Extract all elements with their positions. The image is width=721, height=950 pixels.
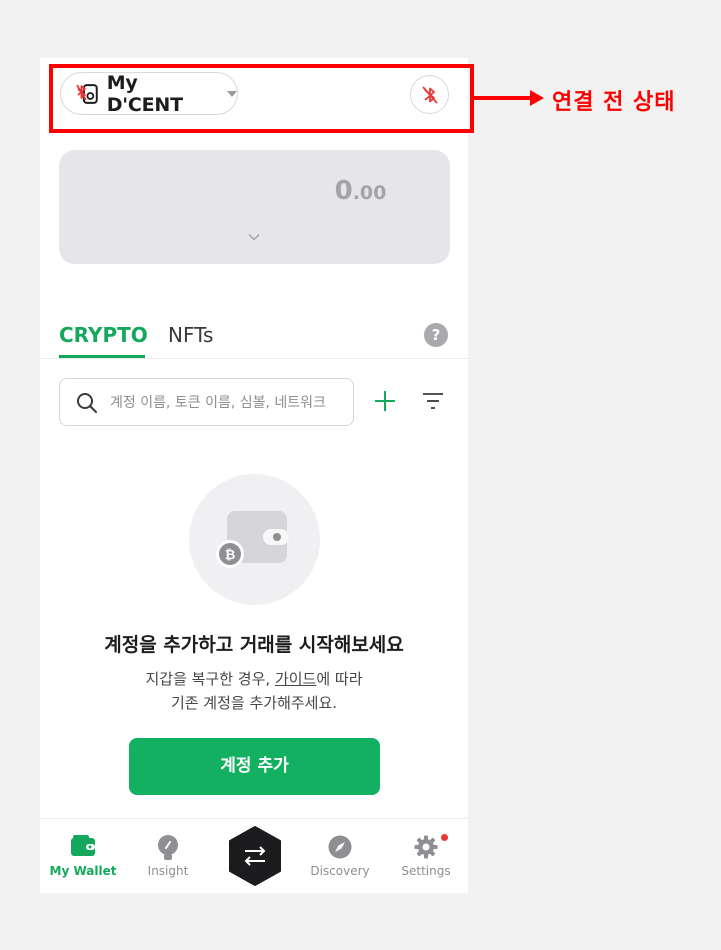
nav-label: Insight <box>147 864 189 878</box>
empty-state-line2: 기존 계정을 추가해주세요. <box>170 694 338 712</box>
balance-integer: 0 <box>334 176 353 206</box>
add-icon[interactable] <box>372 388 398 414</box>
search-input[interactable] <box>108 379 352 425</box>
annotation-arrow-line <box>472 96 534 100</box>
chevron-down-icon[interactable] <box>248 233 260 241</box>
tab-crypto[interactable]: CRYPTO <box>59 323 148 347</box>
wallet-icon <box>71 835 95 856</box>
empty-state-title: 계정을 추가하고 거래를 시작해보세요 <box>104 634 404 656</box>
notification-badge <box>441 834 448 841</box>
lightbulb-icon <box>158 835 178 860</box>
desc-text: 지갑을 복구한 경우, <box>145 670 275 688</box>
compass-icon <box>328 835 352 859</box>
bottom-nav-divider <box>40 818 468 819</box>
gear-icon <box>414 835 438 859</box>
divider <box>40 358 468 359</box>
empty-state-description: 지갑을 복구한 경우, 가이드에 따라 기존 계정을 추가해주세요. <box>40 667 468 715</box>
annotation-label: 연결 전 상태 <box>552 90 676 115</box>
highlight-box <box>49 64 474 133</box>
search-icon <box>77 393 97 413</box>
balance-total: 0.00 <box>0 176 721 206</box>
nav-label: My Wallet <box>49 864 117 878</box>
svg-text:₿: ₿ <box>225 548 236 563</box>
guide-link[interactable]: 가이드 <box>275 670 316 688</box>
nav-label: Settings <box>401 864 451 878</box>
balance-card[interactable] <box>59 150 450 264</box>
desc-text-after: 에 따라 <box>316 670 363 688</box>
nav-label: Discovery <box>310 864 370 878</box>
filter-icon[interactable] <box>421 390 445 412</box>
swap-button[interactable] <box>227 826 283 886</box>
annotation-arrow-head <box>530 90 544 106</box>
tab-nfts[interactable]: NFTs <box>168 323 213 347</box>
add-account-button[interactable]: 계정 추가 <box>129 738 380 795</box>
search-field[interactable] <box>59 378 354 426</box>
asset-tabs: CRYPTO NFTs <box>59 320 450 360</box>
empty-state-line1: 지갑을 복구한 경우, 가이드에 따라 <box>40 667 468 691</box>
balance-decimal: .00 <box>352 182 387 204</box>
help-icon[interactable]: ? <box>424 323 448 347</box>
empty-wallet-illustration: ₿ <box>189 474 320 605</box>
wallet-icon: ₿ <box>216 511 289 568</box>
